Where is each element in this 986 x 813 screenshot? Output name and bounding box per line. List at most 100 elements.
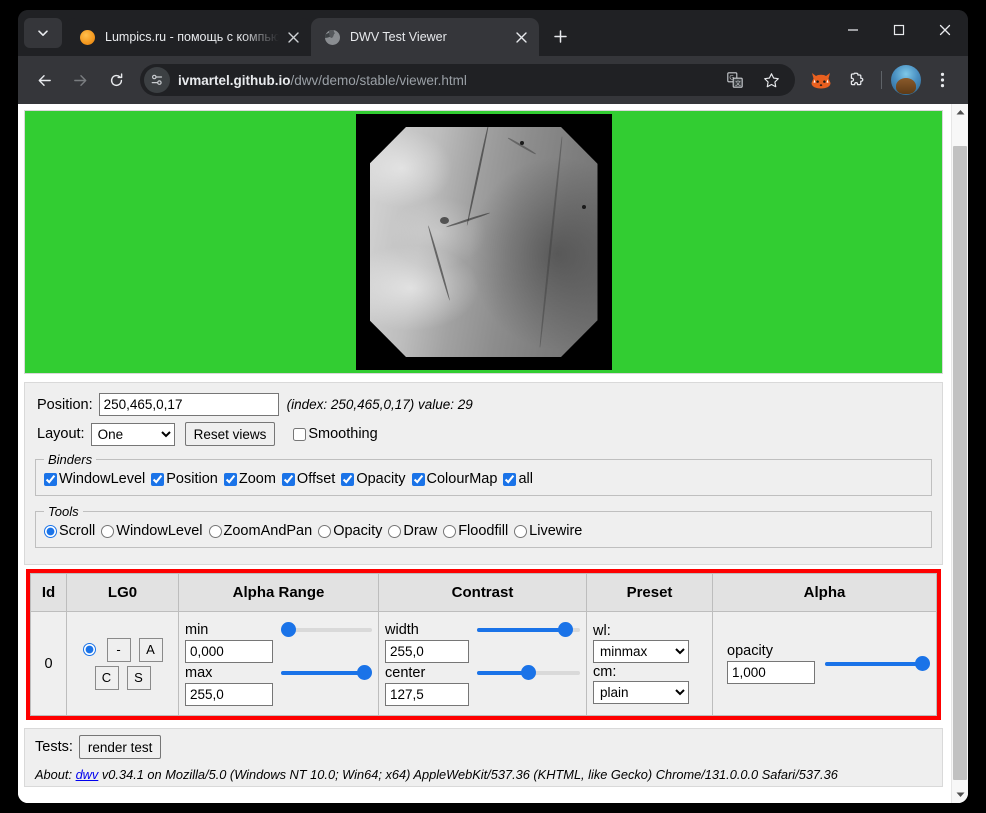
fox-extension-icon[interactable] (805, 64, 837, 96)
forward-arrow-icon[interactable] (64, 64, 96, 96)
tool-radio[interactable] (44, 524, 57, 538)
opacity-input[interactable] (727, 661, 815, 684)
binder-checkbox[interactable] (44, 472, 57, 486)
tool-label: Opacity (333, 523, 383, 539)
binder-position[interactable]: Position (151, 471, 218, 487)
tab-lumpics[interactable]: Lumpics.ru - помощь с компьют (66, 18, 311, 56)
vessel-line (508, 137, 537, 155)
alpha-min-input[interactable] (185, 639, 273, 663)
binder-checkbox[interactable] (411, 472, 425, 486)
render-test-button[interactable]: render test (78, 735, 162, 759)
position-row: Position: (index: 250,465,0,17) value: 2… (37, 393, 934, 416)
preset-wl-select[interactable]: minmax (593, 640, 689, 663)
tool-windowlevel[interactable]: WindowLevel (101, 523, 203, 539)
contrast-width-slider[interactable] (477, 627, 580, 632)
preset-cm-label: cm: (593, 664, 617, 680)
minimize-icon[interactable] (830, 10, 876, 50)
layer-table: Id LG0 Alpha Range Contrast Preset Alpha… (30, 573, 937, 716)
address-bar[interactable]: ivmartel.github.io/dwv/demo/stable/viewe… (140, 64, 795, 96)
binder-checkbox[interactable] (223, 472, 237, 486)
image-canvas[interactable] (355, 114, 612, 370)
tool-opacity[interactable]: Opacity (318, 523, 382, 539)
alpha-min-slider[interactable] (281, 627, 372, 632)
dwv-link[interactable]: dwv (76, 767, 99, 782)
translate-icon[interactable]: G 文 (719, 64, 751, 96)
vessel-line (538, 136, 563, 348)
binder-windowlevel[interactable]: WindowLevel (44, 471, 145, 487)
vessel-node (440, 216, 450, 224)
tool-label: Floodfill (458, 523, 509, 539)
scroll-down-arrow-icon[interactable] (952, 786, 968, 803)
tool-livewire[interactable]: Livewire (514, 523, 582, 539)
binder-zoom[interactable]: Zoom (223, 471, 276, 487)
scrollbar-thumb[interactable] (953, 146, 967, 780)
position-input[interactable] (98, 393, 279, 416)
star-icon[interactable] (755, 64, 787, 96)
lg0-select-radio[interactable] (82, 643, 96, 656)
tools-options: Scroll WindowLevel ZoomAndPan Opacity Dr… (44, 521, 923, 539)
reset-views-button[interactable]: Reset views (184, 422, 276, 446)
binder-label: Offset (296, 471, 336, 487)
three-dot-menu-icon[interactable] (926, 64, 958, 96)
tab-dwv-test-viewer[interactable]: DWV Test Viewer (311, 18, 539, 56)
preset-wl-label: wl: (593, 623, 611, 639)
binder-checkbox[interactable] (341, 472, 355, 486)
contrast-width-input[interactable] (385, 639, 469, 663)
alpha-max-input[interactable] (185, 682, 273, 706)
header-contrast: Contrast (378, 573, 587, 612)
binder-checkbox[interactable] (503, 472, 517, 486)
contrast-center-input[interactable] (385, 682, 469, 706)
binder-opacity[interactable]: Opacity (341, 471, 406, 487)
vessel-line (427, 224, 451, 301)
tab-search-chevron-down-icon[interactable] (24, 18, 62, 48)
scrollbar-track[interactable] (952, 121, 968, 786)
tool-radio[interactable] (318, 524, 332, 538)
tool-radio[interactable] (388, 524, 402, 538)
browser-toolbar: ivmartel.github.io/dwv/demo/stable/viewe… (18, 56, 968, 104)
binder-offset[interactable]: Offset (281, 471, 336, 487)
site-settings-icon[interactable] (144, 67, 170, 93)
preset-cm-select[interactable]: plain (593, 681, 689, 704)
profile-avatar-icon[interactable] (891, 65, 921, 95)
vertical-scrollbar[interactable] (951, 104, 968, 803)
tool-radio[interactable] (514, 524, 528, 538)
dwv-layer-group[interactable] (24, 110, 943, 374)
svg-text:文: 文 (735, 79, 741, 87)
tool-floodfill[interactable]: Floodfill (443, 523, 508, 539)
lg0-a-button[interactable]: A (138, 637, 163, 662)
alpha-max-slider[interactable] (281, 670, 372, 675)
tool-scroll[interactable]: Scroll (44, 523, 95, 539)
binder-checkbox[interactable] (151, 472, 165, 486)
tool-zoomandpan[interactable]: ZoomAndPan (208, 523, 312, 539)
binder-checkbox[interactable] (281, 472, 295, 486)
binder-colourmap[interactable]: ColourMap (411, 471, 497, 487)
binder-all[interactable]: all (503, 471, 533, 487)
puzzle-icon[interactable] (841, 64, 873, 96)
preset-controls: wl: minmax cm: plain (593, 623, 706, 704)
close-icon[interactable] (511, 27, 531, 47)
tool-draw[interactable]: Draw (388, 523, 437, 539)
smoothing-toggle[interactable]: Smoothing (293, 426, 378, 442)
about-prefix: About: (35, 767, 72, 782)
close-icon[interactable] (283, 27, 303, 47)
scroll-up-arrow-icon[interactable] (952, 104, 968, 121)
layout-select[interactable]: One (90, 422, 175, 446)
tool-radio[interactable] (208, 524, 222, 538)
tool-radio[interactable] (101, 524, 115, 538)
smoothing-label: Smoothing (308, 426, 378, 442)
contrast-center-slider[interactable] (477, 670, 580, 675)
tool-radio[interactable] (443, 524, 457, 538)
binder-label: WindowLevel (59, 471, 146, 487)
new-tab-button[interactable] (545, 21, 575, 51)
lg0-c-button[interactable]: C (94, 665, 119, 690)
lg0-minus-button[interactable]: - (106, 637, 131, 662)
opacity-slider[interactable] (825, 661, 930, 666)
lg0-s-button[interactable]: S (126, 665, 151, 690)
globe-icon (323, 28, 341, 46)
reload-icon[interactable] (100, 64, 132, 96)
back-arrow-icon[interactable] (28, 64, 60, 96)
smoothing-checkbox[interactable] (293, 427, 307, 441)
maximize-icon[interactable] (876, 10, 922, 50)
binders-legend: Binders (48, 452, 93, 467)
close-icon[interactable] (922, 10, 968, 50)
